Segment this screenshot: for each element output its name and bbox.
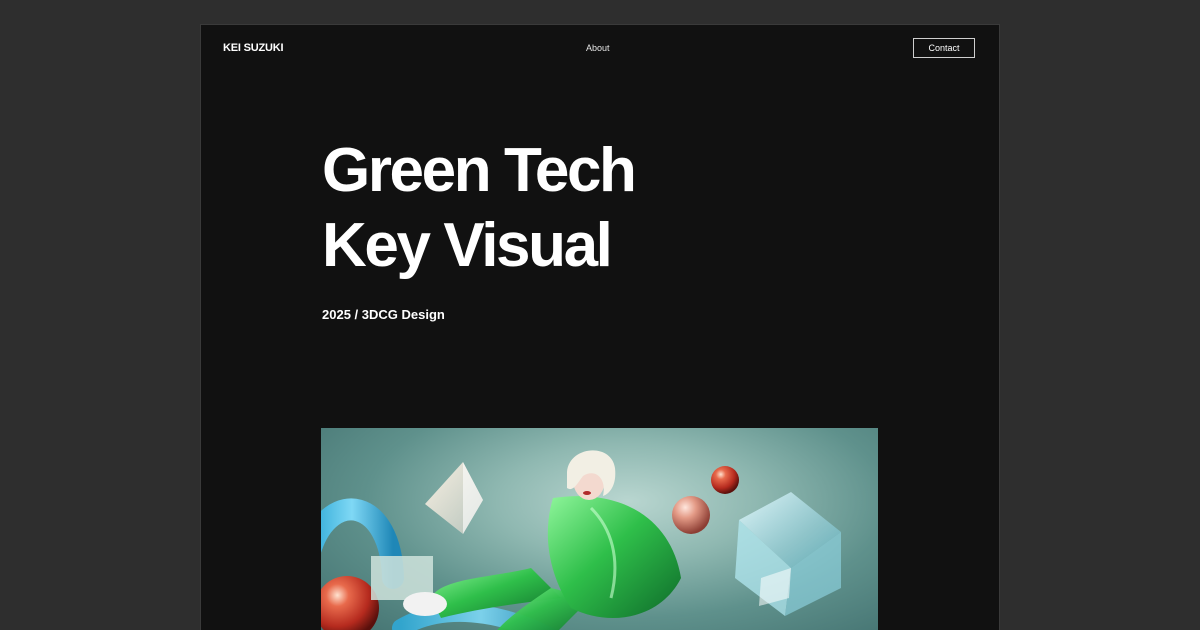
contact-button[interactable]: Contact: [913, 38, 975, 58]
page-title-line-2: Key Visual: [322, 211, 613, 280]
portfolio-page: KEI SUZUKI About Contact Green Tech Key …: [201, 25, 999, 630]
pink-sphere: [672, 496, 710, 534]
page-title: Green Tech Key Visual: [322, 133, 637, 283]
small-red-sphere: [711, 466, 739, 494]
site-header: KEI SUZUKI About Contact: [201, 25, 999, 73]
site-logo[interactable]: KEI SUZUKI: [223, 42, 284, 54]
page-title-line-1: Green Tech: [322, 136, 637, 205]
large-red-sphere: [321, 576, 379, 630]
figure-illustration: [403, 450, 681, 630]
key-visual-image: [321, 428, 878, 630]
key-visual-illustration: [321, 450, 841, 630]
glass-cube-shape: [735, 492, 841, 616]
project-meta: 2025 / 3DCG Design: [322, 307, 445, 322]
nav-about-link[interactable]: About: [586, 43, 610, 53]
